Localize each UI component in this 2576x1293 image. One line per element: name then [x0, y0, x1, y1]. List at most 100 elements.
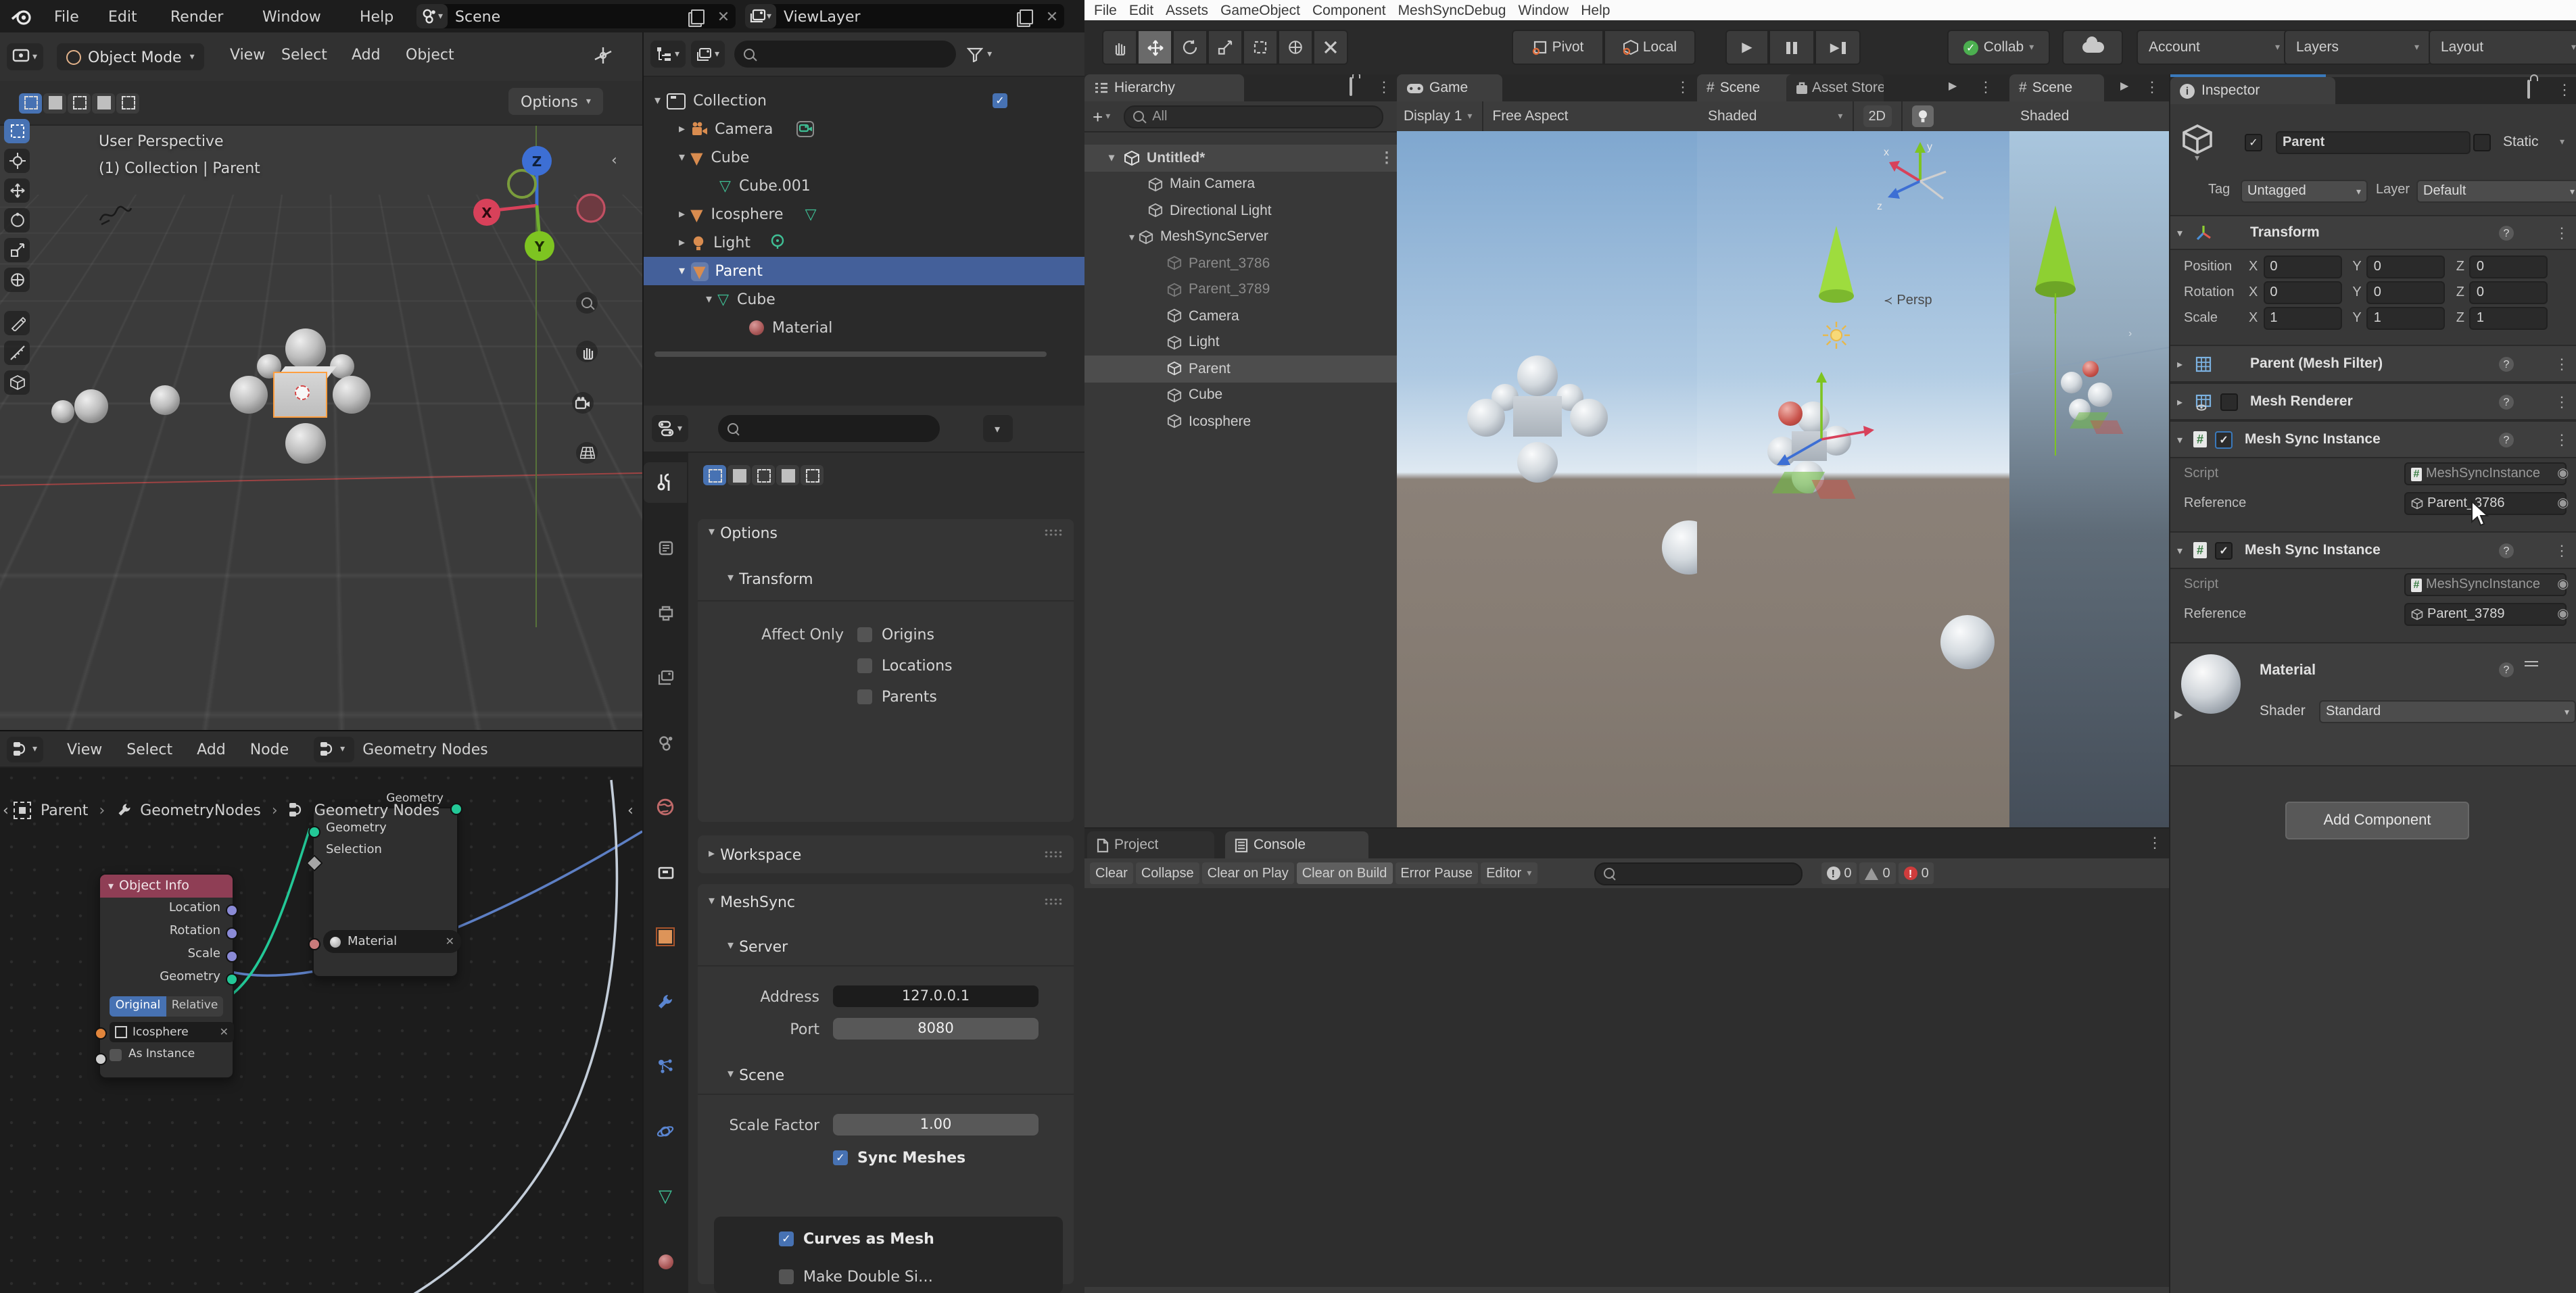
relative-toggle[interactable]: Relative [166, 996, 223, 1017]
local-toggle[interactable]: Local [1604, 30, 1696, 65]
scale-socket[interactable] [226, 950, 238, 962]
component-enabled-checkbox[interactable] [2215, 431, 2233, 448]
object-picker-icon[interactable]: ◉ [2557, 577, 2569, 592]
tab-object-data[interactable]: ▽ [644, 1176, 687, 1217]
select-mode-new[interactable] [19, 93, 42, 113]
workspace-panel-header[interactable]: ▸Workspace [698, 835, 1074, 873]
scene2-tab[interactable]: # Scene [2009, 74, 2104, 101]
console-log-area[interactable] [1084, 888, 2169, 1287]
port-field[interactable]: 8080 [833, 1018, 1039, 1040]
tab-modifiers[interactable] [644, 981, 687, 1022]
zoom-button[interactable] [576, 292, 598, 314]
static-checkbox[interactable] [2473, 134, 2491, 151]
panel-grip[interactable] [1044, 850, 1063, 858]
select-mode-subtract[interactable] [752, 465, 775, 485]
locations-checkbox[interactable] [857, 658, 872, 673]
component-menu-icon[interactable]: ⋮ [2554, 541, 2569, 559]
outliner-editor-type-button[interactable]: ▾ [650, 41, 685, 68]
rect-tool[interactable] [1243, 30, 1278, 65]
shading-dropdown[interactable]: Shaded [2020, 108, 2069, 124]
scene-copy-button[interactable] [684, 9, 711, 24]
outliner-scrollbar[interactable] [654, 351, 1047, 357]
tab-tool[interactable] [644, 462, 687, 503]
scale-tool[interactable] [1208, 30, 1243, 65]
transform-component-header[interactable]: ▾ Transform ⋮ [2170, 215, 2576, 250]
gameobject-name-field[interactable]: Parent [2276, 131, 2471, 154]
hierarchy-row[interactable]: Camera [1084, 303, 1397, 329]
sync-meshes-checkbox[interactable] [833, 1150, 848, 1165]
clear-on-build-button[interactable]: Clear on Build [1297, 862, 1393, 884]
object-info-node[interactable]: ▾ Object Info Location Rotation Scale Ge… [99, 873, 234, 1079]
object-info-header[interactable]: ▾ Object Info [100, 875, 233, 898]
viewlayer-selector[interactable]: ▾ ViewLayer ✕ [745, 4, 1064, 28]
scene-icon[interactable]: ▾ [416, 4, 447, 28]
foldout-icon[interactable]: ▾ [2177, 433, 2183, 445]
inspector-menu-icon[interactable]: ⋮ [2557, 81, 2572, 99]
outliner-label[interactable]: Cube [711, 149, 750, 166]
as-instance-checkbox[interactable] [110, 1048, 122, 1060]
scene2-viewport[interactable]: › [2009, 131, 2169, 827]
u-menu-edit[interactable]: Edit [1129, 2, 1153, 18]
scale-factor-field[interactable]: 1.00 [833, 1114, 1039, 1136]
scene-unlink-button[interactable]: ✕ [711, 7, 736, 25]
warning-count-toggle[interactable]: 0 [1859, 862, 1895, 884]
custom-tool[interactable] [1313, 30, 1348, 65]
outliner-row-parent-selected[interactable]: ▾ ▼ Parent [644, 257, 1086, 285]
tool-transform[interactable] [4, 268, 30, 292]
game-viewport[interactable] [1397, 131, 1697, 827]
shading-dropdown[interactable]: Shaded [1708, 108, 1757, 124]
select-mode-invert[interactable] [92, 93, 115, 113]
viewlayer-copy-button[interactable] [1013, 9, 1040, 24]
collab-button[interactable]: ✓ Collab ▾ [1947, 30, 2050, 65]
transform-orientation-icon[interactable] [592, 46, 614, 65]
material-input-socket[interactable] [308, 938, 320, 950]
panel-grip[interactable] [1044, 529, 1063, 537]
breadcrumb-tree[interactable]: Geometry Nodes [314, 801, 440, 819]
layer-dropdown[interactable]: Default▾ [2416, 180, 2576, 203]
outliner-search-input[interactable] [734, 41, 956, 68]
scene-subpanel-header[interactable]: ▾Scene [698, 1061, 1074, 1088]
layout-dropdown[interactable]: Layout▾ [2429, 30, 2576, 65]
create-button[interactable]: + [1093, 106, 1103, 126]
select-mode-extend[interactable] [43, 93, 66, 113]
rotation-x-field[interactable]: 0 [2263, 281, 2341, 304]
object-clear-icon[interactable]: ✕ [220, 1026, 229, 1038]
outliner-row-cube-child[interactable]: ▾ ▽ Cube [644, 285, 1086, 314]
u-menu-window[interactable]: Window [1519, 2, 1569, 18]
viewlayer-icon[interactable]: ▾ [745, 4, 776, 28]
gizmo-y-label[interactable]: Y [534, 239, 545, 255]
viewlayer-name[interactable]: ViewLayer [776, 7, 1013, 25]
lock-icon[interactable] [2527, 80, 2530, 99]
cluster-sphere-left[interactable] [230, 376, 268, 414]
vp-menu-view[interactable]: View [224, 46, 270, 64]
tab-view-layer[interactable] [644, 657, 687, 698]
tab-texture[interactable] [644, 1290, 687, 1293]
game-menu-icon[interactable]: ⋮ [1675, 78, 1690, 96]
aspect-dropdown[interactable]: Free Aspect [1492, 108, 1568, 124]
u-menu-meshsyncdebug[interactable]: MeshSyncDebug [1398, 2, 1506, 18]
component-menu-icon[interactable]: ⋮ [2554, 355, 2569, 372]
hierarchy-row[interactable]: Main Camera [1084, 171, 1397, 197]
sun-gizmo[interactable] [1821, 320, 1851, 350]
origins-checkbox[interactable] [857, 627, 872, 642]
rotation-socket[interactable] [226, 927, 238, 940]
scale-x-field[interactable]: 1 [2263, 307, 2341, 330]
rotation-y-field[interactable]: 0 [2367, 281, 2446, 304]
tab-world[interactable] [644, 787, 687, 827]
error-pause-button[interactable]: Error Pause [1395, 862, 1478, 884]
scene-menu-icon[interactable]: ⋮ [1978, 78, 1993, 96]
floor-sphere[interactable] [51, 400, 74, 423]
gameobject-dropdown-icon[interactable]: ▾ [2195, 153, 2199, 164]
node-menu-select[interactable]: Select [121, 740, 178, 758]
tab-scene[interactable] [644, 722, 687, 762]
position-y-field[interactable]: 0 [2367, 255, 2446, 278]
component-menu-icon[interactable]: ⋮ [2554, 431, 2569, 448]
rotation-z-field[interactable]: 0 [2470, 281, 2548, 304]
tool-add-cube[interactable] [4, 370, 30, 395]
layers-dropdown[interactable]: Layers▾ [2284, 30, 2431, 65]
scene-selector[interactable]: ▾ Scene ✕ [416, 4, 736, 28]
outliner-label[interactable]: Cube.001 [739, 177, 811, 195]
options-button[interactable]: Options ▾ [508, 88, 603, 115]
collapse-button[interactable]: Collapse [1136, 862, 1199, 884]
tab-material[interactable] [644, 1241, 687, 1282]
